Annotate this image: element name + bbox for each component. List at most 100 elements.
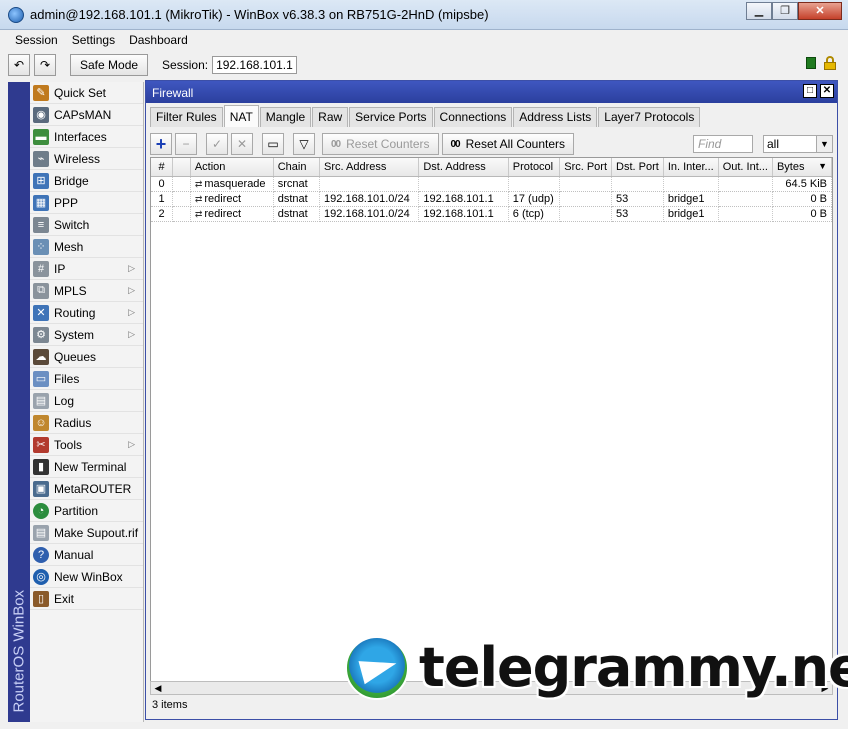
cell-action: ⇄ redirect xyxy=(190,191,274,207)
table-row[interactable]: 2 ⇄ redirect dstnat 192.168.101.0/24 192.… xyxy=(151,206,832,222)
tab-mangle[interactable]: Mangle xyxy=(259,107,312,127)
column-header-src-address[interactable]: Src. Address xyxy=(319,158,420,177)
sidebar-item-label: Log xyxy=(54,393,75,408)
sidebar-item-capsman[interactable]: ◉ CAPsMAN xyxy=(30,104,143,126)
sidebar-item-partition[interactable]: ◔ Partition xyxy=(30,500,143,522)
submenu-arrow-icon: ▷ xyxy=(128,285,135,295)
remove-button[interactable]: − xyxy=(175,133,197,155)
mpls-icon: ⧉ xyxy=(33,282,49,299)
sidebar-item-mpls[interactable]: ⧉ MPLS ▷ xyxy=(30,280,143,302)
sidebar-item-wireless[interactable]: ⌁ Wireless xyxy=(30,148,143,170)
sidebar-item-queues[interactable]: ☁ Queues xyxy=(30,346,143,368)
redo-button[interactable]: ↷ xyxy=(34,54,56,76)
filter-select-value: all xyxy=(767,137,780,151)
cell-bytes: 64.5 KiB xyxy=(772,176,832,192)
lock-icon xyxy=(824,56,836,70)
find-input[interactable]: Find xyxy=(693,135,753,153)
sort-arrow-icon: ▼ xyxy=(818,160,827,171)
sidebar-item-log[interactable]: ▤ Log xyxy=(30,390,143,412)
sidebar-item-exit[interactable]: ▯ Exit xyxy=(30,588,143,610)
column-header-chain[interactable]: Chain xyxy=(273,158,321,177)
sidebar-item-manual[interactable]: ? Manual xyxy=(30,544,143,566)
chevron-down-icon[interactable]: ▼ xyxy=(816,136,832,152)
sidebar-item-mesh[interactable]: ⁘ Mesh xyxy=(30,236,143,258)
close-button[interactable]: ✕ xyxy=(798,2,842,20)
reset-counters-label: Reset Counters xyxy=(346,137,430,151)
scroll-left-icon[interactable]: ◀ xyxy=(151,682,165,694)
column-header-src-port[interactable]: Src. Port xyxy=(559,158,613,177)
action-icon: ⇄ xyxy=(194,178,203,189)
cell-bytes: 0 B xyxy=(772,206,832,222)
firewall-close-button[interactable]: ✕ xyxy=(820,84,834,98)
sidebar-item-radius[interactable]: ☺ Radius xyxy=(30,412,143,434)
nat-table: # Action Chain Src. Address Dst. Address… xyxy=(150,157,833,687)
disable-button[interactable]: ✕ xyxy=(231,133,253,155)
maximize-button[interactable]: ❐ xyxy=(772,2,798,20)
comment-button[interactable]: ▭ xyxy=(262,133,284,155)
add-button[interactable]: + xyxy=(150,133,172,155)
column-header-flag[interactable] xyxy=(172,158,191,177)
window-titlebar: admin@192.168.101.1 (MikroTik) - WinBox … xyxy=(0,0,848,30)
sidebar-item-metarouter[interactable]: ▣ MetaROUTER xyxy=(30,478,143,500)
column-header-bytes[interactable]: Bytes ▼ xyxy=(772,158,832,177)
sidebar-item-interfaces[interactable]: ▬ Interfaces xyxy=(30,126,143,148)
table-row[interactable]: 1 ⇄ redirect dstnat 192.168.101.0/24 192.… xyxy=(151,191,832,207)
column-header-number[interactable]: # xyxy=(151,158,174,177)
tab-layer7-protocols[interactable]: Layer7 Protocols xyxy=(598,107,701,127)
undo-button[interactable]: ↶ xyxy=(8,54,30,76)
sidebar-item-ppp[interactable]: ▦ PPP xyxy=(30,192,143,214)
column-header-in-interface[interactable]: In. Inter... xyxy=(663,158,719,177)
column-header-dst-address[interactable]: Dst. Address xyxy=(418,158,509,177)
sidebar-item-bridge[interactable]: ⊞ Bridge xyxy=(30,170,143,192)
cell-out-interface xyxy=(718,176,773,192)
brand-bar: RouterOS WinBox xyxy=(8,82,30,722)
column-header-dst-port[interactable]: Dst. Port xyxy=(611,158,664,177)
session-field[interactable]: 192.168.101.1 xyxy=(212,56,297,74)
cell-number: 2 xyxy=(151,206,174,222)
minimize-button[interactable]: ▁ xyxy=(746,2,772,20)
reset-counters-button[interactable]: 00 Reset Counters xyxy=(322,133,439,155)
cell-dst-address: 192.168.101.1 xyxy=(418,191,509,207)
menu-settings[interactable]: Settings xyxy=(65,30,122,50)
sidebar-item-quick-set[interactable]: ✎ Quick Set xyxy=(30,82,143,104)
tab-nat[interactable]: NAT xyxy=(223,105,259,127)
safe-mode-button[interactable]: Safe Mode xyxy=(70,54,149,76)
menu-dashboard[interactable]: Dashboard xyxy=(122,30,195,50)
watermark-text: telegrammy.net xyxy=(419,636,848,699)
column-header-out-interface[interactable]: Out. Int... xyxy=(718,158,773,177)
sidebar-item-tools[interactable]: ✂ Tools ▷ xyxy=(30,434,143,456)
table-row[interactable]: 0 ⇄ masquerade srcnat 64.5 KiB xyxy=(151,176,832,192)
sidebar-item-routing[interactable]: ✕ Routing ▷ xyxy=(30,302,143,324)
enable-button[interactable]: ✓ xyxy=(206,133,228,155)
tab-address-lists[interactable]: Address Lists xyxy=(513,107,598,127)
tab-raw[interactable]: Raw xyxy=(312,107,349,127)
tab-service-ports[interactable]: Service Ports xyxy=(349,107,433,127)
sidebar-item-label: Radius xyxy=(54,415,92,430)
filter-select[interactable]: all ▼ xyxy=(763,135,833,153)
sidebar-item-new-terminal[interactable]: ▮ New Terminal xyxy=(30,456,143,478)
cell-flag xyxy=(172,176,191,192)
cell-src-address: 192.168.101.0/24 xyxy=(319,206,420,222)
tab-connections[interactable]: Connections xyxy=(433,107,513,127)
reset-all-counters-button[interactable]: 00 Reset All Counters xyxy=(441,133,575,155)
routing-icon: ✕ xyxy=(33,304,49,321)
sidebar-item-ip[interactable]: # IP ▷ xyxy=(30,258,143,280)
sidebar-item-label: Routing xyxy=(54,305,96,320)
sidebar-item-switch[interactable]: ≡ Switch xyxy=(30,214,143,236)
sidebar-item-system[interactable]: ⚙ System ▷ xyxy=(30,324,143,346)
cell-protocol xyxy=(508,176,561,192)
sidebar-item-make-supout[interactable]: ▤ Make Supout.rif xyxy=(30,522,143,544)
menu-session[interactable]: Session xyxy=(8,30,65,50)
sidebar-item-new-winbox[interactable]: ◎ New WinBox xyxy=(30,566,143,588)
session-label: Session: xyxy=(162,58,209,72)
column-header-action[interactable]: Action xyxy=(190,158,274,177)
column-header-protocol[interactable]: Protocol xyxy=(508,158,561,177)
cell-action-label: masquerade xyxy=(204,177,266,190)
sidebar-item-files[interactable]: ▭ Files xyxy=(30,368,143,390)
tab-filter-rules[interactable]: Filter Rules xyxy=(150,107,223,127)
restore-button[interactable]: □ xyxy=(803,84,817,98)
cell-in-interface xyxy=(663,176,719,192)
sidebar-item-label: Make Supout.rif xyxy=(54,525,139,540)
filter-button[interactable]: ▽ xyxy=(293,133,315,155)
submenu-arrow-icon: ▷ xyxy=(128,263,135,273)
